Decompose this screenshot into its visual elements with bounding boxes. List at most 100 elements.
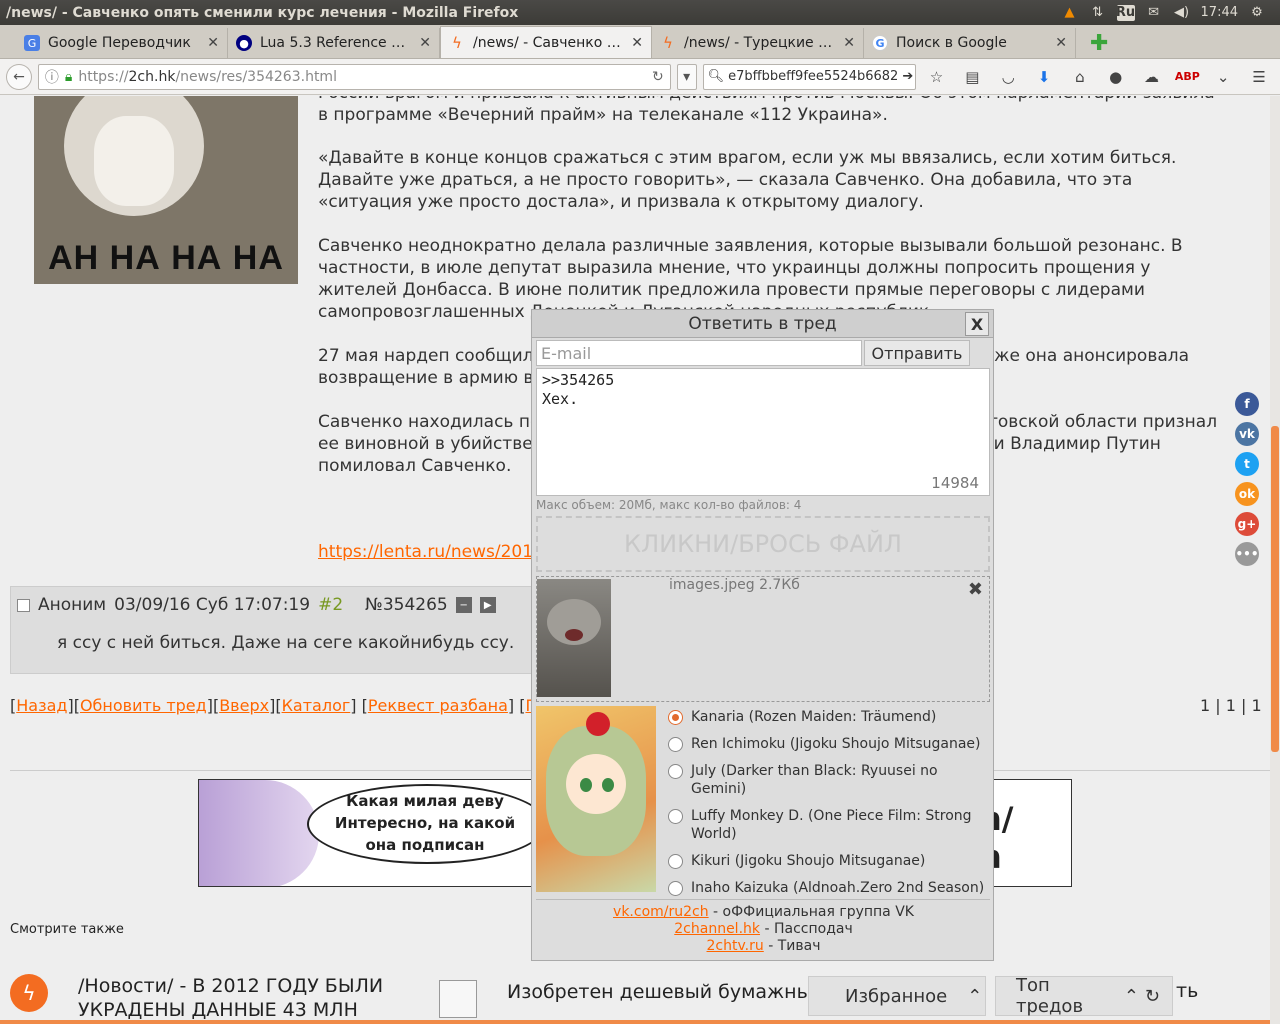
vk-icon[interactable]: vk (1235, 422, 1259, 446)
url-text[interactable]: https://2ch.hk/news/res/354263.html (78, 69, 646, 85)
close-tab-icon[interactable]: ✕ (631, 35, 643, 51)
chevron-up-icon[interactable]: ⌃ (1124, 986, 1139, 1007)
vk-group-link[interactable]: vk.com/ru2ch (613, 904, 709, 920)
keyboard-layout-indicator[interactable]: Ru (1116, 4, 1135, 21)
refresh-thread-link[interactable]: Обновить тред (80, 696, 207, 715)
send-button[interactable]: Отправить (864, 340, 970, 366)
facebook-icon[interactable]: f (1235, 392, 1259, 416)
file-dropzone[interactable]: КЛИКНИ/БРОСЬ ФАЙЛ (536, 516, 990, 572)
chevron-down-icon[interactable]: ⌄ (1208, 64, 1238, 90)
message-textarea[interactable]: >>354265 Хех. (536, 368, 990, 496)
new-tab-button[interactable]: ✚ (1076, 28, 1108, 58)
related-thread-title[interactable]: /Новости/ - В 2012 ГОДУ БЫЛИ УКРАДЕНЫ ДА… (78, 974, 408, 1022)
file-thumbnail[interactable] (537, 579, 611, 697)
navigation-toolbar: ← ⓘ 🔒︎ https://2ch.hk/news/res/354263.ht… (0, 59, 1280, 95)
image-caption: АН НА НА НА (48, 239, 284, 277)
info-icon[interactable]: ⓘ (45, 67, 59, 87)
avatar-option[interactable]: Luffy Monkey D. (One Piece Film: Strong … (668, 807, 988, 843)
dropdown-history-button[interactable]: ▾ (676, 63, 697, 90)
radio-button[interactable] (668, 881, 683, 896)
remove-file-icon[interactable]: ✖ (968, 579, 983, 600)
page-scrollbar[interactable] (1270, 96, 1280, 1024)
search-bar[interactable]: 🔍︎ e7bffbbeff9fee5524b6682 ➔ (702, 63, 916, 90)
radio-button[interactable] (668, 764, 683, 779)
related-thread-title[interactable]: Изобретен дешевый бумажный тест на маляр… (507, 980, 807, 1018)
reading-list-icon[interactable]: ▤ (957, 64, 987, 90)
radio-button[interactable] (668, 710, 683, 725)
scrollbar-thumb[interactable] (1271, 426, 1279, 752)
tab-google-translate[interactable]: G Google Переводчик ✕ (16, 28, 228, 58)
power-gear-icon[interactable]: ⚙ (1248, 5, 1266, 21)
adblock-icon[interactable]: ABP (1172, 64, 1202, 90)
passcode-link[interactable]: 2channel.hk (674, 921, 760, 937)
close-tab-icon[interactable]: ✕ (207, 35, 219, 51)
related-thread[interactable]: ϟ /Новости/ - В 2012 ГОДУ БЫЛИ УКРАДЕНЫ … (10, 974, 408, 1022)
chevron-up-icon[interactable]: ⌃ (967, 986, 982, 1007)
chat-icon[interactable]: ● (1101, 64, 1131, 90)
up-link[interactable]: Вверх (219, 696, 269, 715)
pocket-icon[interactable]: ◡ (993, 64, 1023, 90)
avatar-option[interactable]: July (Darker than Black: Ryuusei no Gemi… (668, 762, 988, 798)
google-plus-icon[interactable]: g+ (1235, 512, 1259, 536)
radio-button[interactable] (668, 809, 683, 824)
radio-button[interactable] (668, 854, 683, 869)
tab-lua-reference[interactable]: ● Lua 5.3 Reference M… ✕ (228, 28, 440, 58)
avatar-option[interactable]: Ren Ichimoku (Jigoku Shoujo Mitsuganae) (668, 735, 988, 753)
mail-icon[interactable]: ✉ (1145, 5, 1163, 21)
close-tab-icon[interactable]: ✕ (1055, 35, 1067, 51)
reply-form-modal: Ответить в тред X E-mail Отправить >>354… (531, 309, 994, 961)
page-numbers[interactable]: 1 | 1 | 1 (1200, 696, 1262, 715)
more-share-icon[interactable]: ••• (1235, 542, 1259, 566)
search-input[interactable]: e7bffbbeff9fee5524b6682 (728, 69, 898, 84)
2chtv-link[interactable]: 2chtv.ru (707, 938, 764, 954)
clock[interactable]: 17:44 (1201, 5, 1238, 20)
system-tray: ▲ ⇅ Ru ✉ ◀) 17:44 ⚙ (1061, 4, 1280, 21)
catalog-link[interactable]: Каталог (282, 696, 351, 715)
avatar-option-label: Luffy Monkey D. (One Piece Film: Strong … (691, 808, 972, 842)
modal-header[interactable]: Ответить в тред X (532, 310, 993, 338)
network-icon[interactable]: ⇅ (1089, 5, 1107, 21)
close-tab-icon[interactable]: ✕ (419, 35, 431, 51)
related-thread[interactable]: Изобретен дешевый бумажный тест на маляр… (439, 980, 807, 1018)
op-post-image[interactable]: АН НА НА НА (34, 96, 298, 284)
2ch-icon: ϟ (663, 34, 673, 52)
menu-icon[interactable]: ☰ (1244, 64, 1274, 90)
avatar-option[interactable]: Kikuri (Jigoku Shoujo Mitsuganae) (668, 852, 988, 870)
refresh-icon[interactable]: ↻ (1145, 986, 1160, 1007)
close-tab-icon[interactable]: ✕ (843, 35, 855, 51)
home-icon[interactable]: ⌂ (1065, 64, 1095, 90)
avatar-option[interactable]: Inaho Kaizuka (Aldnoah.Zero 2nd Season) (668, 879, 988, 897)
reload-icon[interactable]: ↻ (652, 69, 664, 85)
close-modal-button[interactable]: X (965, 312, 989, 336)
avatar-eye-shape (602, 778, 614, 792)
tab-news-savchenko[interactable]: ϟ /news/ - Савченко о… ✕ (440, 26, 652, 58)
hide-post-icon[interactable]: − (455, 597, 472, 613)
post-number[interactable]: №354265 (365, 595, 448, 615)
post-menu-icon[interactable]: ▶ (479, 597, 496, 613)
vlc-icon[interactable]: ▲ (1061, 5, 1079, 21)
volume-icon[interactable]: ◀) (1173, 5, 1191, 21)
tab-news-turkey[interactable]: ϟ /news/ - Турецкие в… ✕ (652, 28, 864, 58)
search-go-icon[interactable]: ➔ (902, 69, 913, 84)
back-button[interactable]: ← (6, 63, 32, 90)
url-bar[interactable]: ⓘ 🔒︎ https://2ch.hk/news/res/354263.html… (37, 63, 671, 90)
sync-icon[interactable]: ☁ (1137, 64, 1167, 90)
see-also-label: Смотрите также (10, 922, 124, 937)
top-threads-tab[interactable]: Топ тредов ⌃ ↻ (995, 975, 1173, 1017)
email-field[interactable]: E-mail (536, 340, 862, 366)
tab-title: /news/ - Турецкие в… (684, 35, 836, 51)
back-link[interactable]: Назад (16, 696, 67, 715)
odnoklassniki-icon[interactable]: ok (1235, 482, 1259, 506)
google-icon: G (872, 35, 888, 51)
radio-button[interactable] (668, 737, 683, 752)
related-thread-title[interactable]: ть (1176, 980, 1198, 1002)
post-checkbox[interactable] (17, 598, 30, 612)
download-icon[interactable]: ⬇ (1029, 64, 1059, 90)
ban-request-link[interactable]: Реквест разбана (368, 696, 508, 715)
bookmark-star-icon[interactable]: ☆ (922, 64, 952, 90)
tab-google-search[interactable]: G Поиск в Google ✕ (864, 28, 1076, 58)
2ch-logo-icon: ϟ (10, 974, 48, 1012)
twitter-icon[interactable]: t (1235, 452, 1259, 476)
avatar-option[interactable]: Kanaria (Rozen Maiden: Träumend) (668, 708, 988, 726)
favorites-tab[interactable]: Избранное ⌃ (808, 976, 986, 1016)
